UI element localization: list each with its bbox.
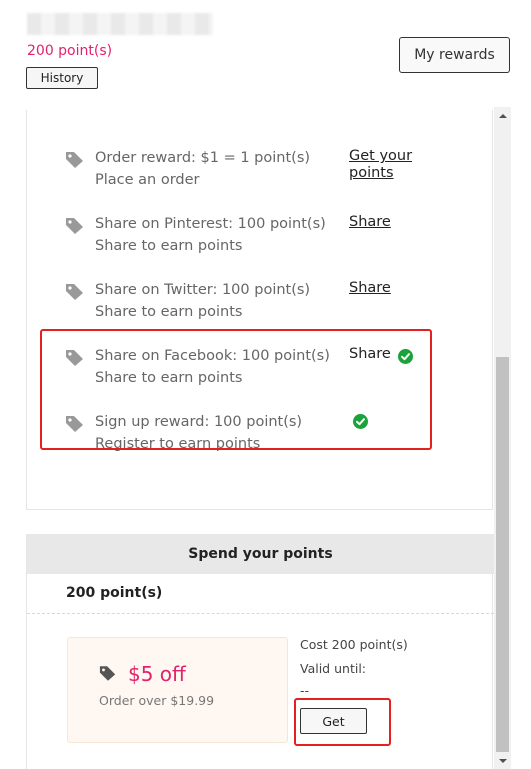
points-total: 200 point(s) xyxy=(27,43,113,59)
highlight-box xyxy=(40,329,432,450)
valid-until-value: -- xyxy=(300,683,310,698)
coupon-cost: Cost 200 point(s) xyxy=(300,637,408,652)
valid-until-label: Valid until: xyxy=(300,661,366,676)
earn-item-title: Share on Twitter: 100 point(s) xyxy=(95,282,311,298)
spend-points-balance: 200 point(s) xyxy=(66,585,163,601)
vertical-scrollbar[interactable] xyxy=(494,107,511,769)
scrollbar-thumb[interactable] xyxy=(496,357,509,752)
rewards-panel: Order reward: $1 = 1 point(s) Place an o… xyxy=(26,110,494,769)
divider xyxy=(27,613,494,614)
coupon-card: $5 off Order over $19.99 xyxy=(67,637,288,743)
spend-points-section: Spend your points 200 point(s) $5 off Or… xyxy=(26,534,494,769)
get-your-points-link[interactable]: Get your points xyxy=(349,148,412,182)
tag-icon xyxy=(65,151,85,169)
earn-item-pinterest: Share on Pinterest: 100 point(s) Share t… xyxy=(65,214,485,266)
highlight-box xyxy=(294,698,391,746)
history-button[interactable]: History xyxy=(26,67,98,89)
tag-icon xyxy=(65,283,85,301)
earn-item-twitter: Share on Twitter: 100 point(s) Share to … xyxy=(65,280,485,332)
earn-item-subtitle: Place an order xyxy=(95,172,200,188)
earn-item-title: Share on Pinterest: 100 point(s) xyxy=(95,216,326,232)
coupon-value: $5 off xyxy=(128,662,186,686)
tag-icon xyxy=(99,665,117,682)
earn-item-subtitle: Share to earn points xyxy=(95,238,243,254)
earn-item-subtitle: Share to earn points xyxy=(95,304,243,320)
my-rewards-button[interactable]: My rewards xyxy=(399,37,510,73)
scroll-down-arrow-icon[interactable] xyxy=(494,752,511,769)
scroll-up-arrow-icon[interactable] xyxy=(494,107,511,124)
coupon-condition: Order over $19.99 xyxy=(99,693,215,708)
tag-icon xyxy=(65,217,85,235)
share-pinterest-link[interactable]: Share xyxy=(349,214,391,231)
get-your-points-line1: Get your xyxy=(349,148,413,164)
share-twitter-link[interactable]: Share xyxy=(349,280,391,297)
earn-item-title: Order reward: $1 = 1 point(s) xyxy=(95,150,311,166)
earn-points-section: Order reward: $1 = 1 point(s) Place an o… xyxy=(26,110,493,510)
blurred-username xyxy=(27,13,213,35)
spend-header: Spend your points xyxy=(27,534,494,574)
get-your-points-line2: points xyxy=(349,165,394,181)
earn-item-order-reward: Order reward: $1 = 1 point(s) Place an o… xyxy=(65,148,485,200)
